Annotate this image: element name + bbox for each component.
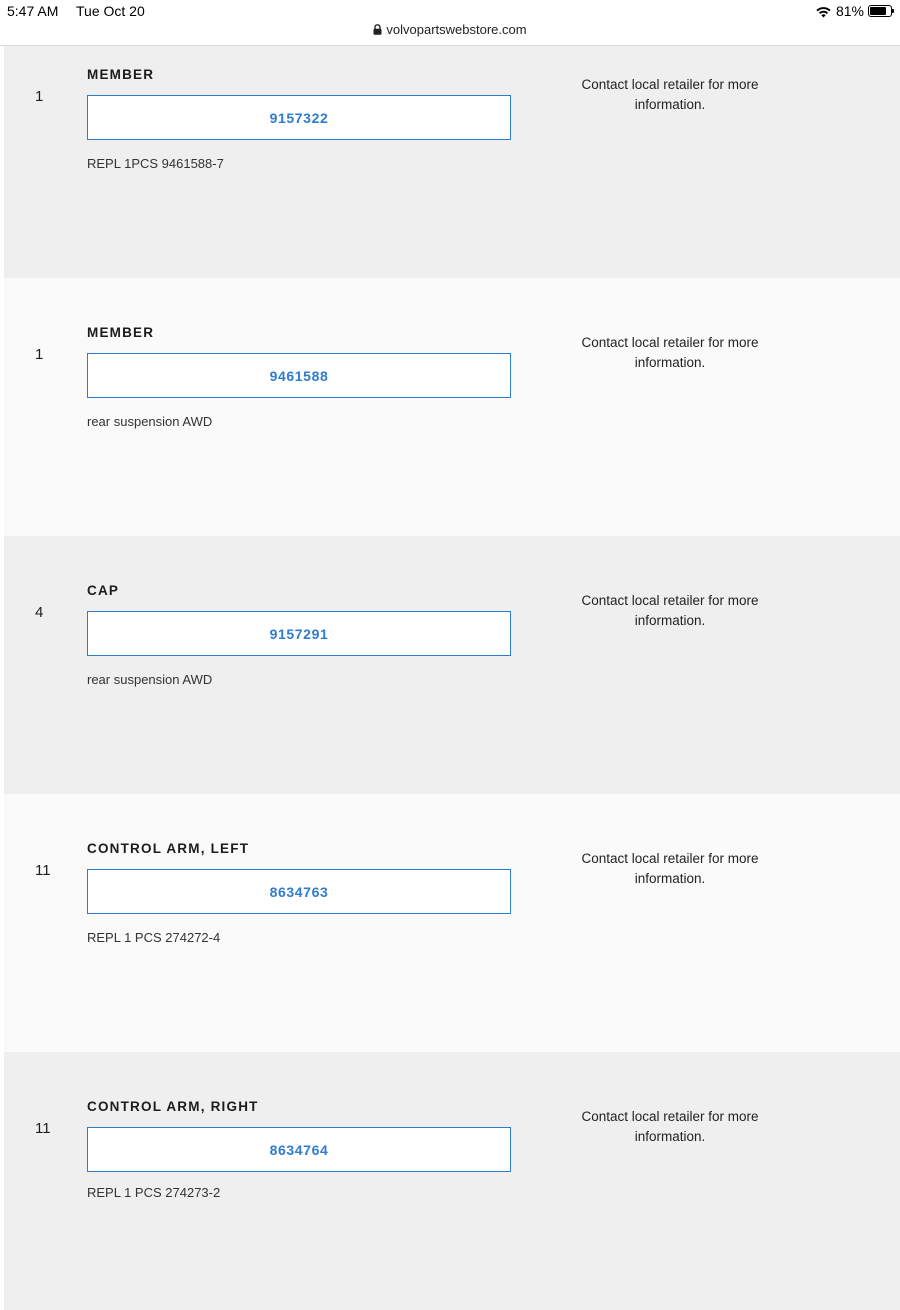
part-quantity: 11 — [35, 862, 51, 879]
availability-text: Contact local retailer for more informat… — [581, 851, 759, 886]
part-number-link[interactable]: 8634764 — [87, 1127, 511, 1172]
availability-text: Contact local retailer for more informat… — [581, 335, 759, 370]
status-bar: 5:47 AM Tue Oct 20 81% volvopartswebstor… — [0, 0, 900, 46]
lock-icon — [373, 23, 382, 38]
part-note: REPL 1PCS 9461588-7 — [87, 156, 224, 171]
part-quantity: 1 — [35, 88, 44, 105]
part-name: MEMBER — [87, 325, 155, 340]
part-name: CONTROL ARM, LEFT — [87, 841, 250, 856]
availability-text: Contact local retailer for more informat… — [581, 77, 759, 112]
part-note: rear suspension AWD — [87, 672, 213, 687]
part-row: 11 CONTROL ARM, LEFT 8634763 REPL 1 PCS … — [4, 794, 900, 1052]
part-note: rear suspension AWD — [87, 414, 213, 429]
battery-icon — [868, 5, 894, 17]
battery-percent: 81% — [835, 3, 864, 19]
availability-text: Contact local retailer for more informat… — [581, 593, 759, 628]
part-quantity: 1 — [35, 346, 44, 363]
part-note: REPL 1 PCS 274273-2 — [87, 1185, 221, 1200]
part-row: 1 MEMBER 9461588 rear suspension AWD Con… — [4, 278, 900, 536]
url-bar[interactable]: volvopartswebstore.com — [0, 22, 900, 38]
status-date: Tue Oct 20 — [76, 3, 145, 19]
url-text: volvopartswebstore.com — [386, 22, 527, 37]
part-number-link[interactable]: 9157291 — [87, 611, 511, 656]
status-indicators: 81% — [815, 3, 894, 19]
part-note: REPL 1 PCS 274272-4 — [87, 930, 221, 945]
part-name: CAP — [87, 583, 120, 598]
part-number-link[interactable]: 9461588 — [87, 353, 511, 398]
part-name: CONTROL ARM, RIGHT — [87, 1099, 259, 1114]
part-quantity: 11 — [35, 1120, 51, 1137]
wifi-icon — [815, 5, 832, 18]
status-time: 5:47 AM — [7, 3, 59, 19]
part-quantity: 4 — [35, 604, 44, 621]
part-number-link[interactable]: 8634763 — [87, 869, 511, 914]
availability-text: Contact local retailer for more informat… — [581, 1109, 759, 1144]
parts-list: 1 MEMBER 9157322 REPL 1PCS 9461588-7 Con… — [4, 46, 900, 1310]
part-number-link[interactable]: 9157322 — [87, 95, 511, 140]
part-row: 4 CAP 9157291 rear suspension AWD Contac… — [4, 536, 900, 794]
part-name: MEMBER — [87, 67, 155, 82]
part-row: 11 CONTROL ARM, RIGHT 8634764 REPL 1 PCS… — [4, 1052, 900, 1310]
part-row: 1 MEMBER 9157322 REPL 1PCS 9461588-7 Con… — [4, 46, 900, 278]
